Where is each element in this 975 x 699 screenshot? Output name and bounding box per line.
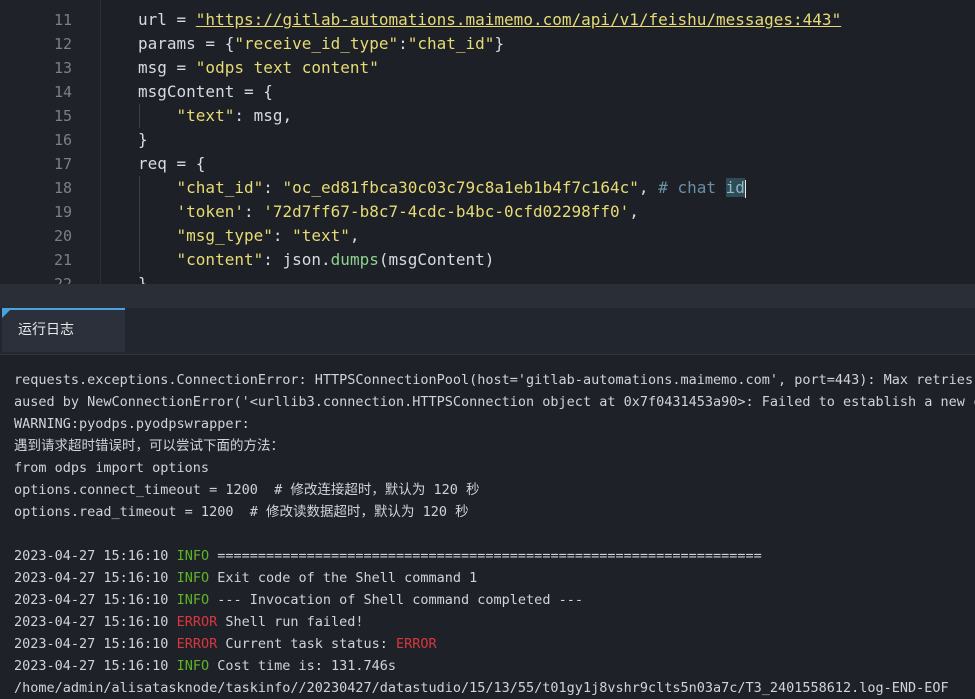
code-line: "text": msg, bbox=[176, 106, 293, 125]
line-number: 13 bbox=[53, 59, 72, 77]
code-line: url = "https://gitlab-automations.maimem… bbox=[138, 10, 842, 29]
log-line: WARNING:pyodps.pyodpswrapper: bbox=[14, 416, 250, 432]
log-level-badge: INFO bbox=[176, 548, 210, 564]
code-line: msgContent = { bbox=[138, 82, 273, 101]
log-level-badge: INFO bbox=[176, 592, 210, 608]
line-number: 12 bbox=[53, 35, 72, 53]
line-number: 22 bbox=[53, 275, 72, 284]
tab-run-log-label: 运行日志 bbox=[18, 322, 74, 338]
log-line: requests.exceptions.ConnectionError: HTT… bbox=[14, 372, 975, 388]
log-entry: 2023-04-27 15:16:10 INFO ===============… bbox=[14, 548, 762, 564]
code-line: "content": json.dumps(msgContent) bbox=[176, 250, 495, 269]
log-line: from odps import options bbox=[14, 460, 210, 476]
code-line: 'token': '72d7ff67-b8c7-4cdc-b4bc-0cfd02… bbox=[176, 202, 639, 221]
tab-active-marker bbox=[2, 310, 10, 318]
line-number-gutter: 11 12 13 14 15 16 17 18 19 20 21 22 bbox=[0, 0, 101, 284]
code-line: req = { bbox=[138, 154, 206, 173]
log-entry: 2023-04-27 15:16:10 ERROR Current task s… bbox=[14, 636, 437, 652]
line-number: 19 bbox=[53, 203, 72, 221]
line-number: 21 bbox=[53, 251, 72, 269]
log-entry: 2023-04-27 15:16:10 INFO --- Invocation … bbox=[14, 592, 583, 608]
tab-run-log[interactable]: 运行日志 bbox=[2, 308, 125, 352]
bottom-panel-tabbar: 运行日志 bbox=[0, 308, 975, 355]
code-line: params = {"receive_id_type":"chat_id"} bbox=[138, 34, 505, 53]
log-line: 遇到请求超时错误时，可以尝试下面的方法： bbox=[14, 438, 284, 454]
log-line: options.connect_timeout = 1200 # 修改连接超时，… bbox=[14, 482, 480, 498]
line-number: 14 bbox=[53, 83, 72, 101]
task-status-value: ERROR bbox=[396, 636, 437, 652]
log-level-badge: ERROR bbox=[176, 636, 218, 652]
log-line: aused by NewConnectionError('<urllib3.co… bbox=[14, 394, 975, 410]
log-entry: 2023-04-27 15:16:10 INFO Exit code of th… bbox=[14, 570, 478, 586]
line-number: 11 bbox=[53, 11, 72, 29]
code-line: } bbox=[138, 274, 148, 284]
log-level-badge: INFO bbox=[176, 658, 210, 674]
code-editor[interactable]: 11 12 13 14 15 16 17 18 19 20 21 22 url … bbox=[0, 0, 975, 284]
log-level-badge: INFO bbox=[176, 570, 210, 586]
code-line: "chat_id": "oc_ed81fbca30c03c79c8a1eb1b4… bbox=[176, 178, 746, 198]
line-number: 20 bbox=[53, 227, 72, 245]
log-entry: 2023-04-27 15:16:10 INFO Cost time is: 1… bbox=[14, 658, 397, 674]
code-line: msg = "odps text content" bbox=[138, 58, 379, 77]
log-entry: 2023-04-27 15:16:10 ERROR Shell run fail… bbox=[14, 614, 364, 630]
code-line: "msg_type": "text", bbox=[176, 226, 360, 245]
log-line: /home/admin/alisatasknode/taskinfo//2023… bbox=[14, 680, 949, 696]
run-log-output[interactable]: requests.exceptions.ConnectionError: HTT… bbox=[0, 355, 975, 699]
text-cursor bbox=[744, 179, 746, 198]
log-line: options.read_timeout = 1200 # 修改读数据超时，默认… bbox=[14, 504, 469, 520]
line-number: 15 bbox=[53, 107, 72, 125]
log-level-badge: ERROR bbox=[176, 614, 218, 630]
line-number: 16 bbox=[53, 131, 72, 149]
panel-resize-handle[interactable] bbox=[0, 284, 975, 308]
code-line: } bbox=[138, 130, 148, 149]
line-number: 18 bbox=[53, 179, 72, 197]
line-number: 17 bbox=[53, 155, 72, 173]
